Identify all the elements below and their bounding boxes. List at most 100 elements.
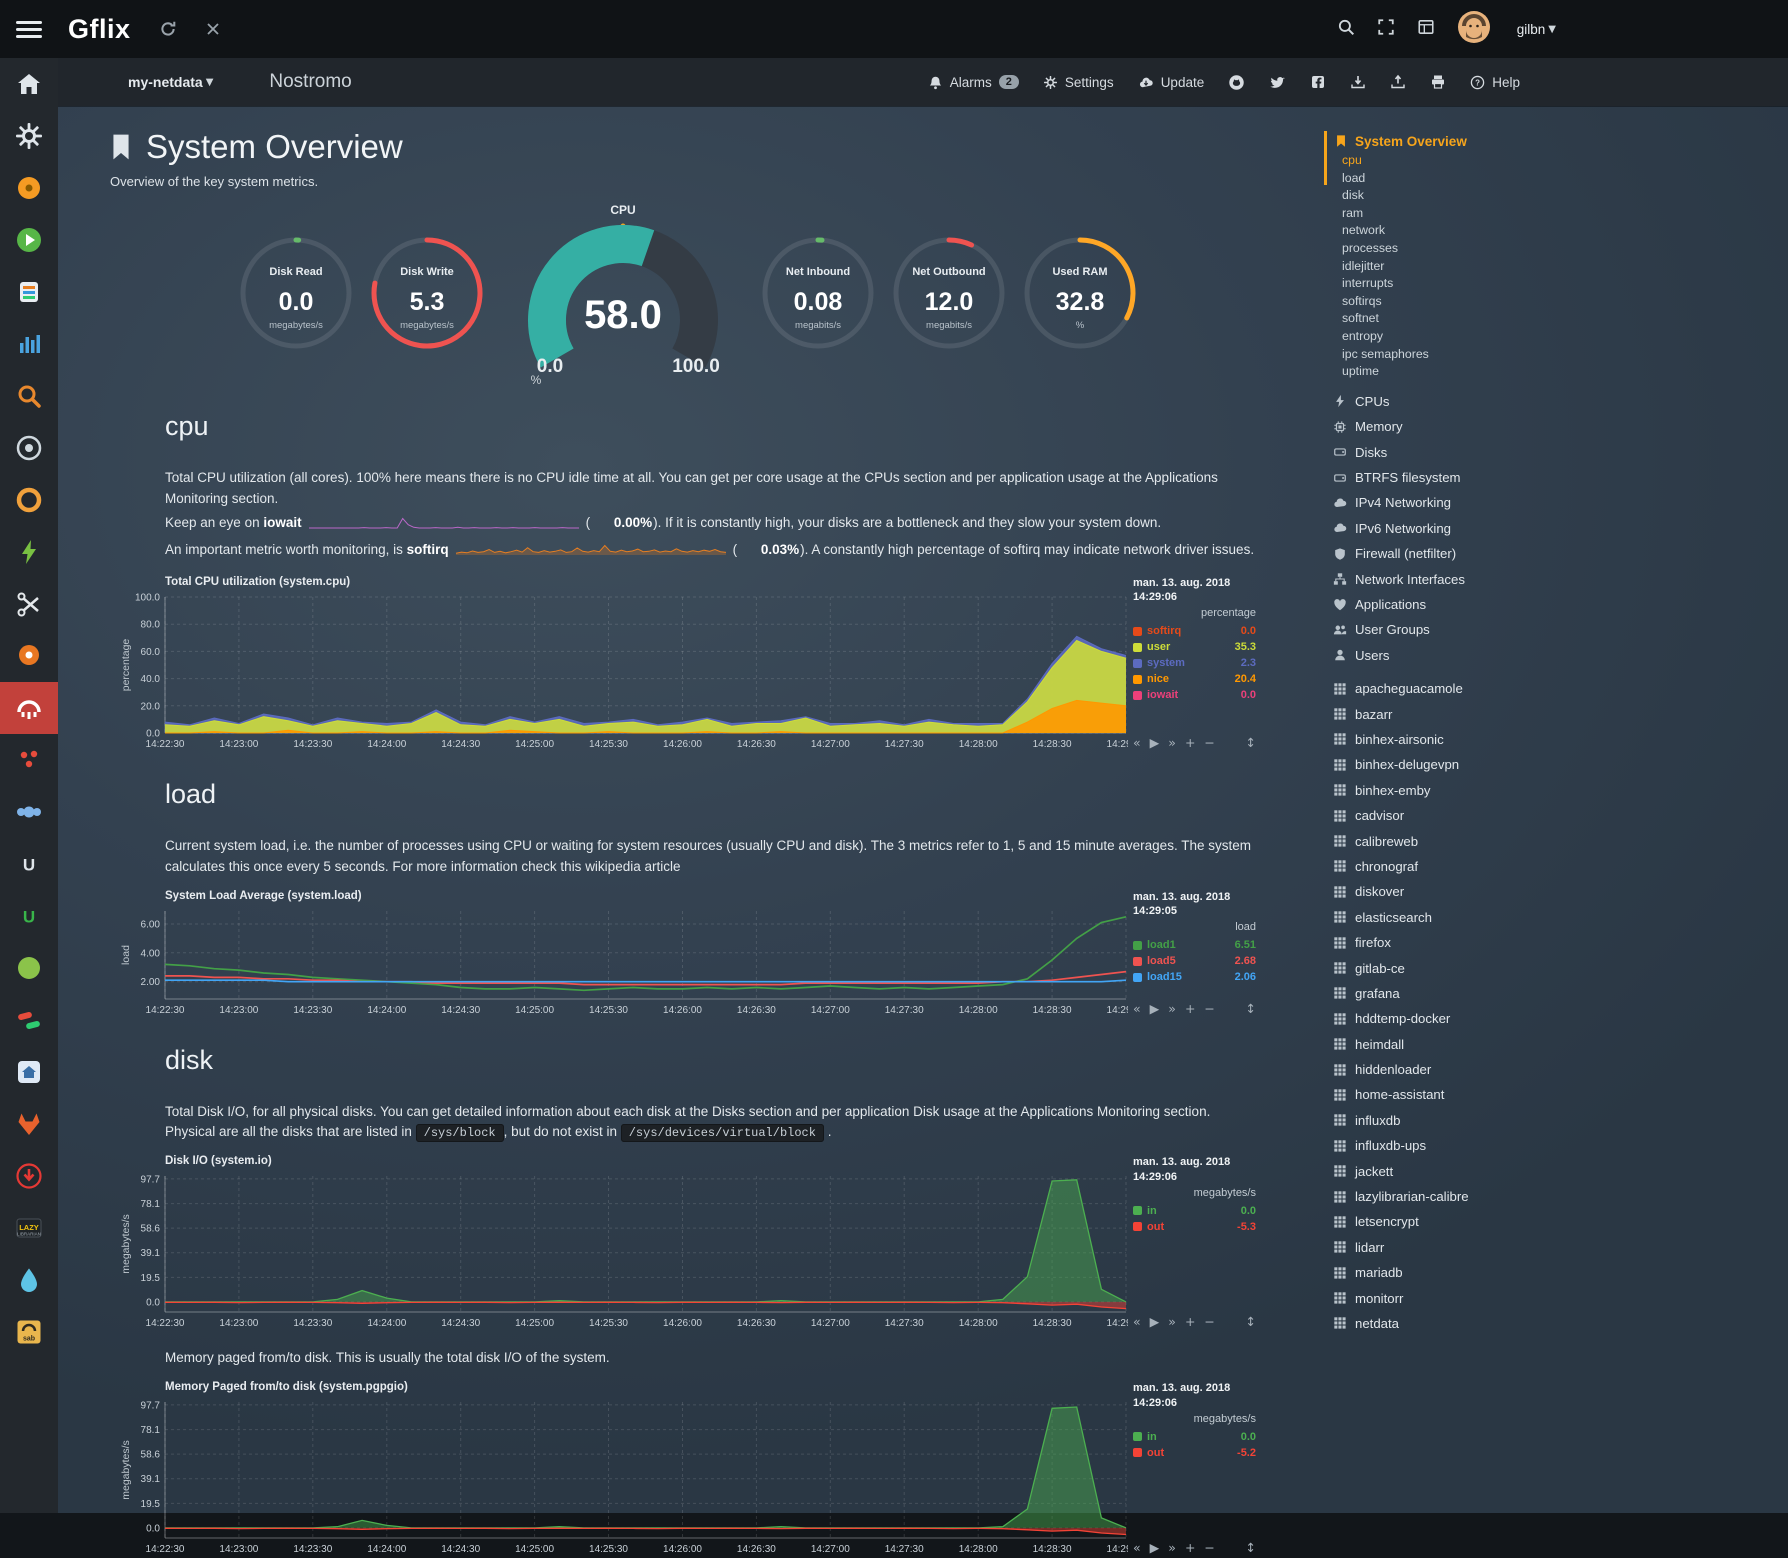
- rail-app-cloud-circles-app[interactable]: [0, 786, 58, 838]
- print-icon[interactable]: [1430, 74, 1446, 90]
- hamburger-menu-icon[interactable]: [16, 17, 42, 42]
- nav-subitem-cpu[interactable]: cpu: [1342, 152, 1788, 170]
- nav-app-binhex-emby[interactable]: binhex-emby: [1332, 778, 1788, 803]
- nav-app-calibreweb[interactable]: calibreweb: [1332, 828, 1788, 853]
- legend-iowait[interactable]: iowait 0.0: [1133, 687, 1256, 703]
- nav-subitem-network[interactable]: network: [1342, 222, 1788, 240]
- nav-app-lidarr[interactable]: lidarr: [1332, 1235, 1788, 1260]
- rail-app-lazylibrarian-app[interactable]: LAZYLIBRARIAN: [0, 1202, 58, 1254]
- legend-out[interactable]: out -5.3: [1133, 1219, 1256, 1235]
- zoom-out-button[interactable]: −: [1204, 735, 1214, 750]
- pan-forward-button[interactable]: »: [1168, 1540, 1176, 1555]
- nav-app-gitlab-ce[interactable]: gitlab-ce: [1332, 955, 1788, 980]
- disk-io-chart[interactable]: Disk I/O (system.io) 0.019.539.158.678.1…: [165, 1155, 1265, 1332]
- nav-app-elasticsearch[interactable]: elasticsearch: [1332, 905, 1788, 930]
- nav-subitem-uptime[interactable]: uptime: [1342, 363, 1788, 381]
- rail-app-netdata[interactable]: [0, 682, 58, 734]
- legend-out[interactable]: out -5.2: [1133, 1445, 1256, 1461]
- zoom-out-button[interactable]: −: [1204, 1540, 1214, 1555]
- refresh-icon[interactable]: [159, 20, 177, 38]
- close-icon[interactable]: [205, 21, 221, 37]
- nav-section-user-groups[interactable]: User Groups: [1332, 617, 1788, 642]
- legend-softirq[interactable]: softirq 0.0: [1133, 623, 1256, 639]
- nav-subitem-softnet[interactable]: softnet: [1342, 310, 1788, 328]
- nav-section-system-overview[interactable]: System Overview: [1334, 130, 1788, 152]
- pan-back-button[interactable]: «: [1133, 1540, 1141, 1555]
- nav-section-network-interfaces[interactable]: Network Interfaces: [1332, 566, 1788, 591]
- play-button[interactable]: ▶: [1150, 1540, 1160, 1555]
- nav-subitem-interrupts[interactable]: interrupts: [1342, 275, 1788, 293]
- resize-handle[interactable]: ↕: [1246, 1540, 1256, 1555]
- zoom-out-button[interactable]: −: [1204, 1314, 1214, 1329]
- rail-app-home[interactable]: [0, 58, 58, 110]
- nav-app-mariadb[interactable]: mariadb: [1332, 1260, 1788, 1285]
- nav-section-users[interactable]: Users: [1332, 643, 1788, 668]
- zoom-in-button[interactable]: +: [1185, 1001, 1195, 1016]
- rail-app-red-download-app[interactable]: [0, 1150, 58, 1202]
- legend-in[interactable]: in 0.0: [1133, 1203, 1256, 1219]
- legend-user[interactable]: user 35.3: [1133, 639, 1256, 655]
- nav-app-influxdb-ups[interactable]: influxdb-ups: [1332, 1133, 1788, 1158]
- rail-app-red-dots-app[interactable]: [0, 734, 58, 786]
- host-dropdown[interactable]: my-netdata▼: [128, 74, 213, 90]
- nav-section-cpus[interactable]: CPUs: [1332, 389, 1788, 414]
- rail-app-green-bolt-app[interactable]: [0, 526, 58, 578]
- fullscreen-icon[interactable]: [1377, 18, 1395, 41]
- nav-subitem-load[interactable]: load: [1342, 170, 1788, 188]
- avatar[interactable]: [1457, 10, 1491, 49]
- twitter-icon[interactable]: [1269, 74, 1286, 91]
- rail-app-gitlab-app[interactable]: [0, 1098, 58, 1150]
- nav-subitem-ram[interactable]: ram: [1342, 205, 1788, 223]
- pgpgio-plot[interactable]: 0.019.539.158.678.197.714:22:3014:23:001…: [117, 1396, 1128, 1558]
- rail-app-equalizer-app[interactable]: [0, 318, 58, 370]
- rail-app-u-green-app[interactable]: U: [0, 890, 58, 942]
- rail-app-orange-disc-app[interactable]: [0, 162, 58, 214]
- alarms-button[interactable]: Alarms 2: [928, 75, 1019, 90]
- rail-app-heimdall-app[interactable]: [0, 1046, 58, 1098]
- legend-nice[interactable]: nice 20.4: [1133, 671, 1256, 687]
- nav-app-heimdall[interactable]: heimdall: [1332, 1031, 1788, 1056]
- facebook-icon[interactable]: [1310, 74, 1326, 90]
- rail-app-sabnzbd-app[interactable]: sab: [0, 1306, 58, 1358]
- nav-section-ipv6-networking[interactable]: IPv6 Networking: [1332, 516, 1788, 541]
- nav-app-hiddenloader[interactable]: hiddenloader: [1332, 1057, 1788, 1082]
- github-icon[interactable]: [1228, 74, 1245, 91]
- disk-plot[interactable]: 0.019.539.158.678.197.714:22:3014:23:001…: [117, 1170, 1128, 1332]
- nav-section-memory[interactable]: Memory: [1332, 414, 1788, 439]
- nav-subitem-idlejitter[interactable]: idlejitter: [1342, 258, 1788, 276]
- nav-app-apacheguacamole[interactable]: apacheguacamole: [1332, 676, 1788, 701]
- rail-app-scissors-app[interactable]: [0, 578, 58, 630]
- nav-app-lazylibrarian-calibre[interactable]: lazylibrarian-calibre: [1332, 1184, 1788, 1209]
- nav-section-btrfs-filesystem[interactable]: BTRFS filesystem: [1332, 465, 1788, 490]
- play-button[interactable]: ▶: [1150, 1001, 1160, 1016]
- resize-handle[interactable]: ↕: [1246, 735, 1256, 750]
- rail-app-green-play-app[interactable]: [0, 214, 58, 266]
- legend-load15[interactable]: load15 2.06: [1133, 969, 1256, 985]
- nav-app-letsencrypt[interactable]: letsencrypt: [1332, 1209, 1788, 1234]
- pan-back-button[interactable]: «: [1133, 1314, 1141, 1329]
- nav-app-home-assistant[interactable]: home-assistant: [1332, 1082, 1788, 1107]
- pan-forward-button[interactable]: »: [1168, 1314, 1176, 1329]
- rail-app-water-drop-app[interactable]: [0, 1254, 58, 1306]
- pan-forward-button[interactable]: »: [1168, 1001, 1176, 1016]
- pan-back-button[interactable]: «: [1133, 735, 1141, 750]
- play-button[interactable]: ▶: [1150, 735, 1160, 750]
- legend-load5[interactable]: load5 2.68: [1133, 953, 1256, 969]
- nav-app-binhex-airsonic[interactable]: binhex-airsonic: [1332, 727, 1788, 752]
- nav-app-diskover[interactable]: diskover: [1332, 879, 1788, 904]
- nav-app-bazarr[interactable]: bazarr: [1332, 701, 1788, 726]
- update-button[interactable]: Update: [1138, 75, 1205, 90]
- rail-app-target-app[interactable]: [0, 422, 58, 474]
- nav-subitem-entropy[interactable]: entropy: [1342, 328, 1788, 346]
- nav-subitem-ipc-semaphores[interactable]: ipc semaphores: [1342, 346, 1788, 364]
- nav-app-binhex-delugevpn[interactable]: binhex-delugevpn: [1332, 752, 1788, 777]
- legend-in[interactable]: in 0.0: [1133, 1429, 1256, 1445]
- rail-app-stack-app[interactable]: [0, 266, 58, 318]
- pgpgio-chart[interactable]: Memory Paged from/to disk (system.pgpgio…: [165, 1381, 1265, 1558]
- rail-app-pills-app[interactable]: [0, 994, 58, 1046]
- export-icon[interactable]: [1390, 74, 1406, 90]
- rail-app-u-dark-app[interactable]: U: [0, 838, 58, 890]
- nav-app-netdata[interactable]: netdata: [1332, 1311, 1788, 1336]
- nav-app-jackett[interactable]: jackett: [1332, 1158, 1788, 1183]
- rail-app-settings[interactable]: [0, 110, 58, 162]
